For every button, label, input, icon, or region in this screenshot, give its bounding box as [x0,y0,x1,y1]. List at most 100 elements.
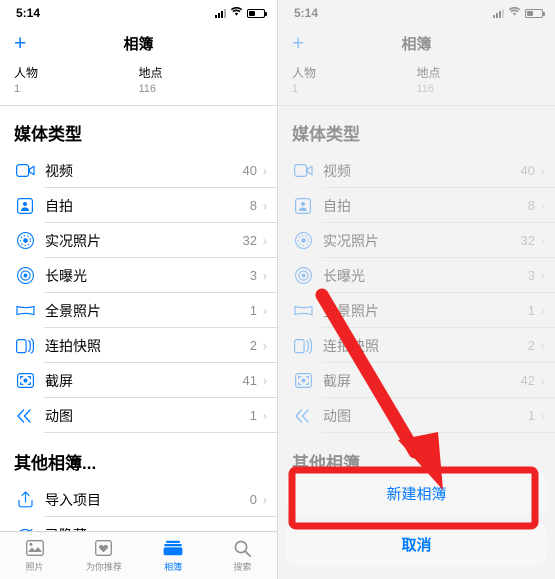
row-long-exposure[interactable]: 长曝光 3 › [0,258,277,293]
tab-photos[interactable]: 照片 [0,532,69,579]
action-sheet-primary-group: 新建相簿 [286,471,547,515]
chevron-right-icon: › [541,163,545,178]
chevron-right-icon: › [263,198,267,213]
cancel-button[interactable]: 取消 [286,522,547,566]
row-live-photo[interactable]: 实况照片 32 › [278,223,555,258]
battery-icon [525,8,545,18]
people-label: 人物 [14,66,39,80]
row-label: 自拍 [45,197,73,214]
chevron-right-icon: › [263,408,267,423]
tab-albums[interactable]: 相簿 [139,532,208,579]
row-count: 3 [527,268,535,283]
row-label: 实况照片 [323,232,379,249]
burst-icon [292,335,314,357]
places-label: 地点 [416,66,441,80]
row-live-photo[interactable]: 实况照片 32 › [0,223,277,258]
row-animated[interactable]: 动图 1 › [0,398,277,433]
page-title: 相簿 [401,35,432,53]
row-burst[interactable]: 连拍快照 2 › [278,328,555,363]
row-count: 32 [242,233,257,248]
places-cell[interactable]: 地点 116 [417,64,542,95]
video-icon [14,160,36,182]
row-panorama[interactable]: 全景照片 1 › [278,293,555,328]
import-icon [14,489,36,511]
tab-search[interactable]: 搜索 [208,532,277,579]
animated-icon [292,405,314,427]
phone-screen-right: 5:14 + 相簿 人物 1 地点 116 媒体类型 视频 40 › 自拍 8 … [277,0,555,579]
chevron-right-icon: › [263,492,267,507]
places-cell[interactable]: 地点 116 [139,64,264,95]
row-count: 8 [249,198,257,213]
row-import[interactable]: 导入项目 0 › [0,482,277,517]
status-time: 5:14 [294,6,319,20]
row-animated[interactable]: 动图 1 › [278,398,555,433]
action-sheet-cancel-group: 取消 [286,522,547,566]
people-count: 1 [292,83,299,95]
selfie-icon [14,195,36,217]
signal-bars-icon [493,8,504,18]
photos-icon [25,538,44,558]
page-title: 相簿 [123,35,154,53]
chevron-right-icon: › [263,303,267,318]
selfie-icon [292,195,314,217]
video-icon [292,160,314,182]
places-count: 116 [416,83,435,95]
row-label: 截屏 [323,372,351,389]
row-video[interactable]: 视频 40 › [278,153,555,188]
row-screenshot[interactable]: 截屏 42 › [278,363,555,398]
action-sheet: 新建相簿 取消 [286,471,547,573]
row-count: 8 [527,198,535,213]
chevron-right-icon: › [541,373,545,388]
chevron-right-icon: › [263,268,267,283]
live-photo-icon [14,230,36,252]
nav-bar: + 相簿 [278,26,555,60]
row-count: 0 [249,492,257,507]
people-count: 1 [14,83,21,95]
status-bar: 5:14 [278,0,555,26]
tab-label: 照片 [25,562,44,572]
row-count: 41 [242,373,257,388]
other-albums-heading: 其他相簿... [14,454,97,473]
tab-label: 为你推荐 [85,562,122,572]
people-cell[interactable]: 人物 1 [14,64,139,95]
people-places-strip: 人物 1 地点 116 [278,60,555,106]
row-count: 1 [527,303,535,318]
wifi-icon [508,6,521,20]
row-selfie[interactable]: 自拍 8 › [278,188,555,223]
long-exposure-icon [14,265,36,287]
row-screenshot[interactable]: 截屏 41 › [0,363,277,398]
row-label: 截屏 [45,372,73,389]
row-count: 42 [520,373,535,388]
live-photo-icon [292,230,314,252]
chevron-right-icon: › [263,338,267,353]
row-label: 自拍 [323,197,351,214]
battery-icon [247,8,267,18]
row-count: 32 [520,233,535,248]
row-count: 1 [527,408,535,423]
people-cell[interactable]: 人物 1 [292,64,417,95]
row-label: 实况照片 [45,232,101,249]
row-panorama[interactable]: 全景照片 1 › [0,293,277,328]
row-burst[interactable]: 连拍快照 2 › [0,328,277,363]
new-album-button[interactable]: 新建相簿 [286,471,547,515]
tab-bar: 照片 为你推荐 相簿 搜索 [0,531,277,579]
row-selfie[interactable]: 自拍 8 › [0,188,277,223]
row-count: 3 [249,268,257,283]
row-video[interactable]: 视频 40 › [0,153,277,188]
screenshot-icon [14,370,36,392]
media-types-heading: 媒体类型 [292,125,360,144]
phone-screen-left: 5:14 + 相簿 人物 1 地点 116 媒体类型 视频 40 › 自拍 8 … [0,0,277,579]
wifi-icon [230,6,243,20]
chevron-right-icon: › [263,373,267,388]
chevron-right-icon: › [541,408,545,423]
row-label: 动图 [45,407,73,424]
panorama-icon [14,300,36,322]
row-label: 动图 [323,407,351,424]
row-label: 连拍快照 [323,337,379,354]
row-long-exposure[interactable]: 长曝光 3 › [278,258,555,293]
places-label: 地点 [138,66,163,80]
tab-for-you[interactable]: 为你推荐 [69,532,138,579]
screenshot-pair: 5:14 + 相簿 人物 1 地点 116 媒体类型 视频 40 › 自拍 8 … [0,0,555,579]
chevron-right-icon: › [541,303,545,318]
row-label: 长曝光 [323,267,365,284]
